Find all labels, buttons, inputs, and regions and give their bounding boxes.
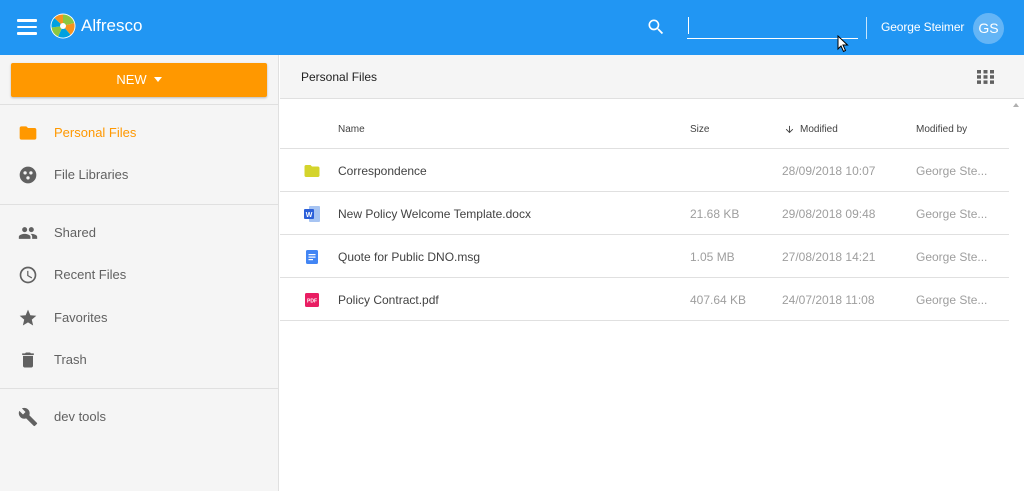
text-caret (688, 17, 689, 34)
sidebar-item-label: dev tools (54, 409, 107, 424)
word-document-icon: W (304, 206, 320, 222)
sidebar-item-trash[interactable]: Trash (0, 340, 279, 380)
sidebar-item-file-libraries[interactable]: File Libraries (0, 155, 279, 195)
table-row[interactable]: Correspondence 28/09/2018 10:07 George S… (280, 149, 1009, 192)
scrollbar-up-arrow[interactable] (1013, 103, 1019, 107)
file-modified: 29/08/2018 09:48 (782, 207, 876, 221)
caret-down-icon (153, 77, 162, 82)
wrench-icon (18, 407, 38, 427)
file-modified-by: George Ste... (916, 164, 988, 178)
file-size: 1.05 MB (690, 250, 735, 264)
column-header-modified[interactable]: Modified (800, 124, 838, 135)
file-size: 21.68 KB (690, 207, 740, 221)
search-icon[interactable] (646, 17, 666, 37)
file-name[interactable]: Quote for Public DNO.msg (338, 250, 480, 264)
star-icon (19, 309, 37, 326)
pdf-icon: PDF (305, 293, 319, 307)
file-size: 407.64 KB (690, 293, 747, 307)
sort-descending-icon[interactable] (784, 124, 795, 135)
sidebar-item-label: Shared (54, 225, 96, 240)
file-table: Name Size Modified Modified by Correspon… (280, 106, 1009, 321)
svg-text:W: W (306, 212, 313, 219)
new-button[interactable]: NEW (11, 63, 267, 97)
sidebar-divider (0, 104, 279, 105)
app-header: Alfresco George Steimer GS (0, 0, 1024, 55)
new-button-label: NEW (116, 72, 147, 87)
file-modified-by: George Ste... (916, 293, 988, 307)
sidebar-item-label: Favorites (54, 310, 108, 325)
sidebar-item-dev-tools[interactable]: dev tools (0, 397, 279, 437)
file-modified: 27/08/2018 14:21 (782, 250, 876, 264)
sidebar-item-label: Trash (54, 352, 87, 367)
alfresco-logo-icon (50, 13, 76, 39)
sidebar-item-label: Personal Files (54, 125, 137, 140)
sidebar-item-personal-files[interactable]: Personal Files (0, 113, 279, 153)
app-title: Alfresco (81, 16, 143, 35)
menu-icon[interactable] (17, 19, 37, 35)
user-name[interactable]: George Steimer (881, 20, 964, 34)
clock-icon (19, 266, 37, 284)
people-icon (18, 227, 38, 239)
file-modified: 28/09/2018 10:07 (782, 164, 876, 178)
file-modified: 24/07/2018 11:08 (782, 293, 875, 307)
libraries-icon (19, 166, 37, 184)
sidebar: NEW Personal Files File Libraries Shared… (0, 55, 279, 491)
file-modified-by: George Ste... (916, 207, 988, 221)
sidebar-item-recent-files[interactable]: Recent Files (0, 255, 279, 295)
folder-icon (304, 165, 320, 177)
content-toolbar: Personal Files (280, 55, 1024, 99)
header-divider (866, 17, 867, 39)
file-name[interactable]: New Policy Welcome Template.docx (338, 207, 531, 221)
sidebar-divider (0, 388, 279, 389)
sidebar-item-shared[interactable]: Shared (0, 213, 279, 253)
sidebar-item-label: Recent Files (54, 267, 127, 282)
table-header: Name Size Modified Modified by (280, 106, 1009, 149)
table-row[interactable]: PDF Policy Contract.pdf 407.64 KB 24/07/… (280, 278, 1009, 321)
file-modified-by: George Ste... (916, 250, 988, 264)
mouse-pointer-icon (837, 35, 849, 53)
file-name[interactable]: Correspondence (338, 164, 427, 178)
search-input[interactable] (687, 17, 858, 39)
trash-icon (22, 352, 34, 368)
file-name[interactable]: Policy Contract.pdf (338, 293, 439, 307)
svg-text:PDF: PDF (307, 298, 317, 304)
column-header-name[interactable]: Name (338, 124, 365, 135)
grid-view-icon[interactable] (977, 70, 994, 84)
sidebar-item-favorites[interactable]: Favorites (0, 298, 279, 338)
column-header-modified-by[interactable]: Modified by (916, 124, 967, 135)
sidebar-divider (0, 204, 279, 205)
document-icon (306, 250, 318, 264)
folder-icon (19, 126, 37, 140)
column-header-size[interactable]: Size (690, 124, 709, 135)
table-row[interactable]: Quote for Public DNO.msg 1.05 MB 27/08/2… (280, 235, 1009, 278)
sidebar-item-label: File Libraries (54, 167, 129, 182)
table-row[interactable]: W New Policy Welcome Template.docx 21.68… (280, 192, 1009, 235)
breadcrumb[interactable]: Personal Files (301, 70, 377, 84)
avatar[interactable]: GS (973, 13, 1004, 44)
